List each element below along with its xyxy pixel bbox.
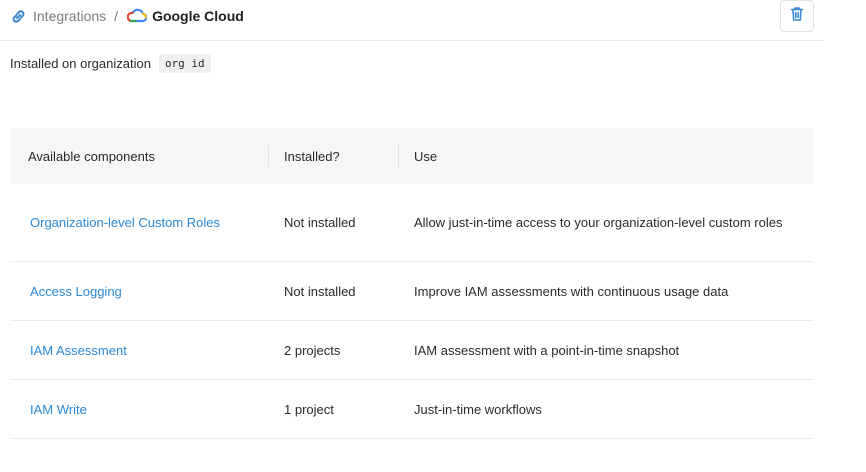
component-cell: Organization-level Custom Roles — [10, 184, 268, 262]
table-row: Organization-level Custom Roles Not inst… — [10, 184, 813, 262]
breadcrumb: Integrations / Google Cloud — [10, 5, 244, 27]
component-link[interactable]: Access Logging — [30, 284, 122, 299]
component-link[interactable]: IAM Write — [30, 402, 87, 417]
breadcrumb-current: Google Cloud — [152, 8, 244, 24]
link-icon — [10, 8, 27, 25]
components-table: Available components Installed? Use Orga… — [10, 128, 813, 439]
component-cell: Access Logging — [10, 261, 268, 321]
component-cell: IAM Write — [10, 379, 268, 439]
delete-button[interactable] — [780, 0, 814, 32]
installed-cell: 1 project — [268, 379, 398, 439]
table-row: IAM Write 1 project Just-in-time workflo… — [10, 379, 813, 439]
installed-on-label: Installed on organization — [10, 56, 151, 71]
installed-cell: Not installed — [268, 261, 398, 321]
google-cloud-icon — [126, 8, 148, 24]
org-id-code: org id — [158, 54, 211, 73]
column-header-installed: Installed? — [268, 128, 398, 184]
component-link[interactable]: IAM Assessment — [30, 343, 127, 358]
use-text: Improve IAM assessments with continuous … — [414, 283, 729, 299]
use-text: IAM assessment with a point-in-time snap… — [414, 342, 680, 358]
column-header-use: Use — [398, 128, 813, 184]
breadcrumb-separator: / — [114, 8, 119, 24]
installed-on-organization: Installed on organization org id — [10, 54, 211, 73]
use-cell: IAM assessment with a point-in-time snap… — [398, 320, 813, 380]
use-cell: Allow just-in-time access to your organi… — [398, 184, 813, 262]
use-text: Just-in-time workflows — [414, 401, 542, 417]
installed-cell: Not installed — [268, 184, 398, 262]
breadcrumb-integrations-link[interactable]: Integrations — [33, 8, 106, 24]
component-link[interactable]: Organization-level Custom Roles — [30, 215, 220, 230]
page-header: Integrations / Google Cloud — [0, 0, 824, 41]
use-cell: Just-in-time workflows — [398, 379, 813, 439]
table-header-row: Available components Installed? Use — [10, 128, 813, 184]
table-row: Access Logging Not installed Improve IAM… — [10, 261, 813, 321]
component-cell: IAM Assessment — [10, 320, 268, 380]
installed-cell: 2 projects — [268, 320, 398, 380]
trash-icon — [790, 6, 804, 27]
column-header-components: Available components — [28, 148, 155, 164]
use-cell: Improve IAM assessments with continuous … — [398, 261, 813, 321]
table-header: Available components Installed? Use — [10, 128, 813, 184]
table-row: IAM Assessment 2 projects IAM assessment… — [10, 320, 813, 380]
use-text: Allow just-in-time access to your organi… — [414, 215, 783, 230]
